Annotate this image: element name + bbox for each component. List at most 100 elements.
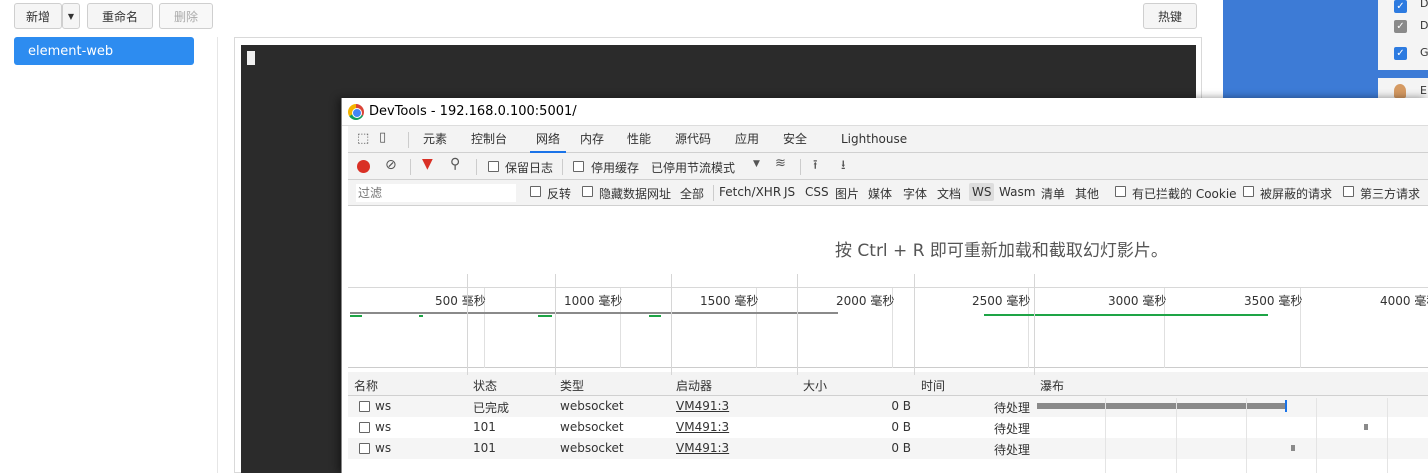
invert-label: 反转: [547, 187, 572, 201]
tab-console[interactable]: 控制台: [471, 126, 507, 153]
tab-network[interactable]: 网络: [530, 126, 566, 153]
tab-lighthouse[interactable]: Lighthouse: [841, 126, 907, 153]
hide-data-urls-checkbox[interactable]: [582, 186, 593, 197]
disable-cache-checkbox[interactable]: [573, 161, 584, 172]
delete-button[interactable]: 删除: [159, 3, 213, 29]
filter-icon[interactable]: ▼: [422, 156, 433, 172]
table-row[interactable]: ws 101 websocket VM491:3 0 B 待处理: [348, 438, 1428, 459]
row-status: 已完成: [473, 401, 510, 415]
disable-cache-label: 停用缓存: [591, 161, 640, 175]
reload-hint: 按 Ctrl + R 即可重新加载和截取幻灯影片。: [835, 241, 1168, 261]
filter-type-img[interactable]: 图片: [835, 185, 859, 202]
column-divider: [671, 274, 672, 375]
clear-icon[interactable]: ⊘: [385, 157, 397, 173]
network-conditions-icon[interactable]: ≋: [775, 156, 786, 171]
network-toolbar: ⊘ ▼ ⚲ 保留日志 停用缓存 已停用节流模式 ▼ ≋ ⭱ ⭳: [348, 153, 1428, 180]
add-dropdown-button[interactable]: ▼: [62, 3, 80, 29]
overview-timeline[interactable]: 500 毫秒 1000 毫秒 1500 毫秒 2000 毫秒 2500 毫秒 3…: [348, 288, 1428, 368]
row-name: ws: [375, 420, 392, 434]
tab-sources[interactable]: 源代码: [675, 126, 711, 153]
tab-memory[interactable]: 内存: [580, 126, 604, 153]
row-type: websocket: [560, 399, 624, 413]
tab-security[interactable]: 安全: [783, 126, 807, 153]
devtools-window-title: DevTools - 192.168.0.100:5001/: [369, 104, 577, 119]
checkbox-checked-icon[interactable]: ✓: [1394, 0, 1407, 13]
checkbox-checked-icon[interactable]: ✓: [1394, 20, 1407, 33]
devtools-titlebar[interactable]: DevTools - 192.168.0.100:5001/: [342, 98, 1428, 126]
checkbox-checked-icon[interactable]: ✓: [1394, 47, 1407, 60]
background-item-label: D: [1420, 0, 1428, 10]
row-initiator-link[interactable]: VM491:3: [676, 399, 729, 413]
timeline-tick: 2000 毫秒: [836, 294, 895, 308]
add-button[interactable]: 新增: [14, 3, 62, 29]
tab-elements[interactable]: 元素: [423, 126, 447, 153]
filter-type-wasm[interactable]: Wasm: [999, 185, 1035, 199]
invert-checkbox[interactable]: [530, 186, 541, 197]
table-row[interactable]: ws 101 websocket VM491:3 0 B 待处理: [348, 417, 1428, 438]
filter-type-ws[interactable]: WS: [969, 183, 995, 201]
row-type: websocket: [560, 420, 624, 434]
blocked-cookies-checkbox[interactable]: [1115, 186, 1126, 197]
column-divider: [1034, 274, 1035, 375]
blocked-cookies-label: 有已拦截的 Cookie: [1132, 187, 1237, 201]
column-divider: [555, 274, 556, 375]
filter-type-other[interactable]: 其他: [1075, 185, 1099, 202]
export-har-icon[interactable]: ⭳: [841, 156, 846, 178]
column-time[interactable]: 时间: [921, 377, 945, 394]
timeline-tick: 3000 毫秒: [1108, 294, 1167, 308]
row-type: websocket: [560, 441, 624, 455]
row-initiator-link[interactable]: VM491:3: [676, 441, 729, 455]
background-user-label: E: [1420, 84, 1427, 97]
column-name[interactable]: 名称: [354, 377, 378, 394]
tab-application[interactable]: 应用: [735, 126, 759, 153]
preserve-log-checkbox[interactable]: [488, 161, 499, 172]
row-name: ws: [375, 399, 392, 413]
throttling-select[interactable]: 已停用节流模式: [651, 159, 735, 176]
filter-type-fetch-xhr[interactable]: Fetch/XHR: [719, 185, 781, 199]
filter-type-all[interactable]: 全部: [680, 185, 704, 202]
filter-input[interactable]: [356, 184, 516, 202]
search-icon[interactable]: ⚲: [450, 156, 460, 172]
table-row[interactable]: ws 已完成 websocket VM491:3 0 B 待处理: [348, 396, 1428, 417]
row-size: 0 B: [891, 420, 911, 434]
rename-button[interactable]: 重命名: [87, 3, 153, 29]
filter-type-doc[interactable]: 文档: [937, 185, 961, 202]
waterfall-marker: [1285, 400, 1287, 412]
devtools-window: DevTools - 192.168.0.100:5001/ ⬚ ▯ 元素 控制…: [341, 98, 1428, 473]
toolbar-divider: [476, 159, 477, 175]
sidebar-item-element-web[interactable]: element-web: [14, 37, 194, 65]
row-resource-icon: [359, 422, 370, 433]
filter-type-js[interactable]: JS: [784, 185, 795, 199]
column-waterfall[interactable]: 瀑布: [1040, 377, 1064, 394]
row-initiator-link[interactable]: VM491:3: [676, 420, 729, 434]
filter-type-media[interactable]: 媒体: [868, 185, 892, 202]
row-name: ws: [375, 441, 392, 455]
column-status[interactable]: 状态: [473, 377, 497, 394]
waterfall-gridline: [1105, 398, 1106, 473]
blocked-requests-checkbox[interactable]: [1243, 186, 1254, 197]
terminal-cursor: [247, 51, 255, 65]
column-type[interactable]: 类型: [560, 377, 584, 394]
import-har-icon[interactable]: ⭱: [813, 156, 818, 178]
chevron-down-icon[interactable]: ▼: [753, 159, 760, 169]
waterfall-bar: [1291, 445, 1295, 451]
toolbar-divider: [410, 159, 411, 175]
hotkey-button[interactable]: 热键: [1143, 3, 1197, 29]
filter-type-css[interactable]: CSS: [805, 185, 829, 199]
column-size[interactable]: 大小: [803, 377, 827, 394]
device-toolbar-icon[interactable]: ▯: [379, 130, 386, 145]
inspect-element-icon[interactable]: ⬚: [357, 131, 369, 146]
row-time: 待处理: [993, 422, 1030, 436]
devtools-tab-bar: ⬚ ▯ 元素 控制台 网络 内存 性能 源代码 应用 安全 Lighthouse: [348, 126, 1428, 153]
row-resource-icon: [359, 401, 370, 412]
record-icon[interactable]: [357, 160, 370, 173]
filter-type-font[interactable]: 字体: [903, 185, 927, 202]
column-initiator[interactable]: 启动器: [676, 377, 712, 394]
third-party-checkbox[interactable]: [1343, 186, 1354, 197]
filter-type-manifest[interactable]: 清单: [1041, 185, 1065, 202]
request-table-header: 名称 状态 类型 启动器 大小 时间 瀑布: [348, 372, 1428, 396]
tab-performance[interactable]: 性能: [627, 126, 651, 153]
toolbar-divider: [562, 159, 563, 175]
filter-bar: 反转 隐藏数据网址 全部 Fetch/XHR JS CSS 图片 媒体 字体 文…: [348, 180, 1428, 206]
timeline-bar: [419, 315, 423, 317]
